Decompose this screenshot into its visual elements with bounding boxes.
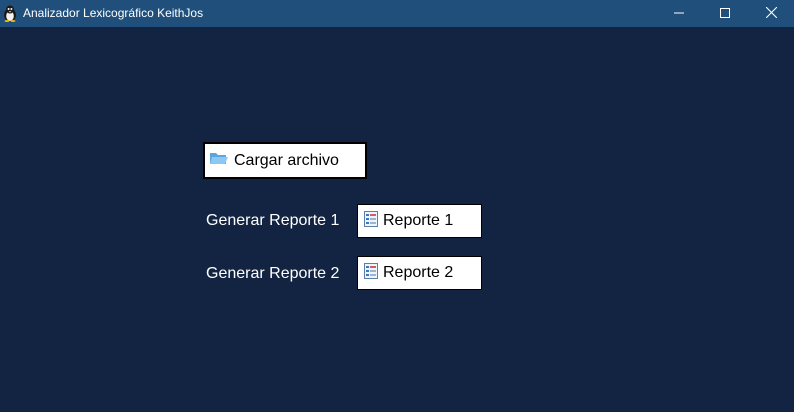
window-title: Analizador Lexicográfico KeithJos [23,6,204,20]
load-file-button[interactable]: Cargar archivo [203,142,367,179]
close-button[interactable] [748,0,794,27]
report-icon [364,262,378,284]
minimize-icon [674,5,684,23]
report-icon [364,210,378,232]
report-2-button[interactable]: Reporte 2 [357,256,482,290]
minimize-button[interactable] [656,0,702,27]
report-2-button-label: Reporte 2 [383,264,454,281]
title-bar[interactable]: Analizador Lexicográfico KeithJos [0,0,794,27]
maximize-icon [720,5,730,23]
report-2-label: Generar Reporte 2 [206,265,340,282]
load-file-label: Cargar archivo [234,151,339,169]
tux-penguin-icon [3,5,17,22]
maximize-button[interactable] [702,0,748,27]
report-1-button[interactable]: Reporte 1 [357,204,482,238]
report-1-label: Generar Reporte 1 [206,212,340,229]
folder-open-icon [209,150,229,171]
report-1-button-label: Reporte 1 [383,212,454,229]
close-icon [765,5,777,23]
app-window: Analizador Lexicográfico KeithJos Cargar… [0,0,794,412]
